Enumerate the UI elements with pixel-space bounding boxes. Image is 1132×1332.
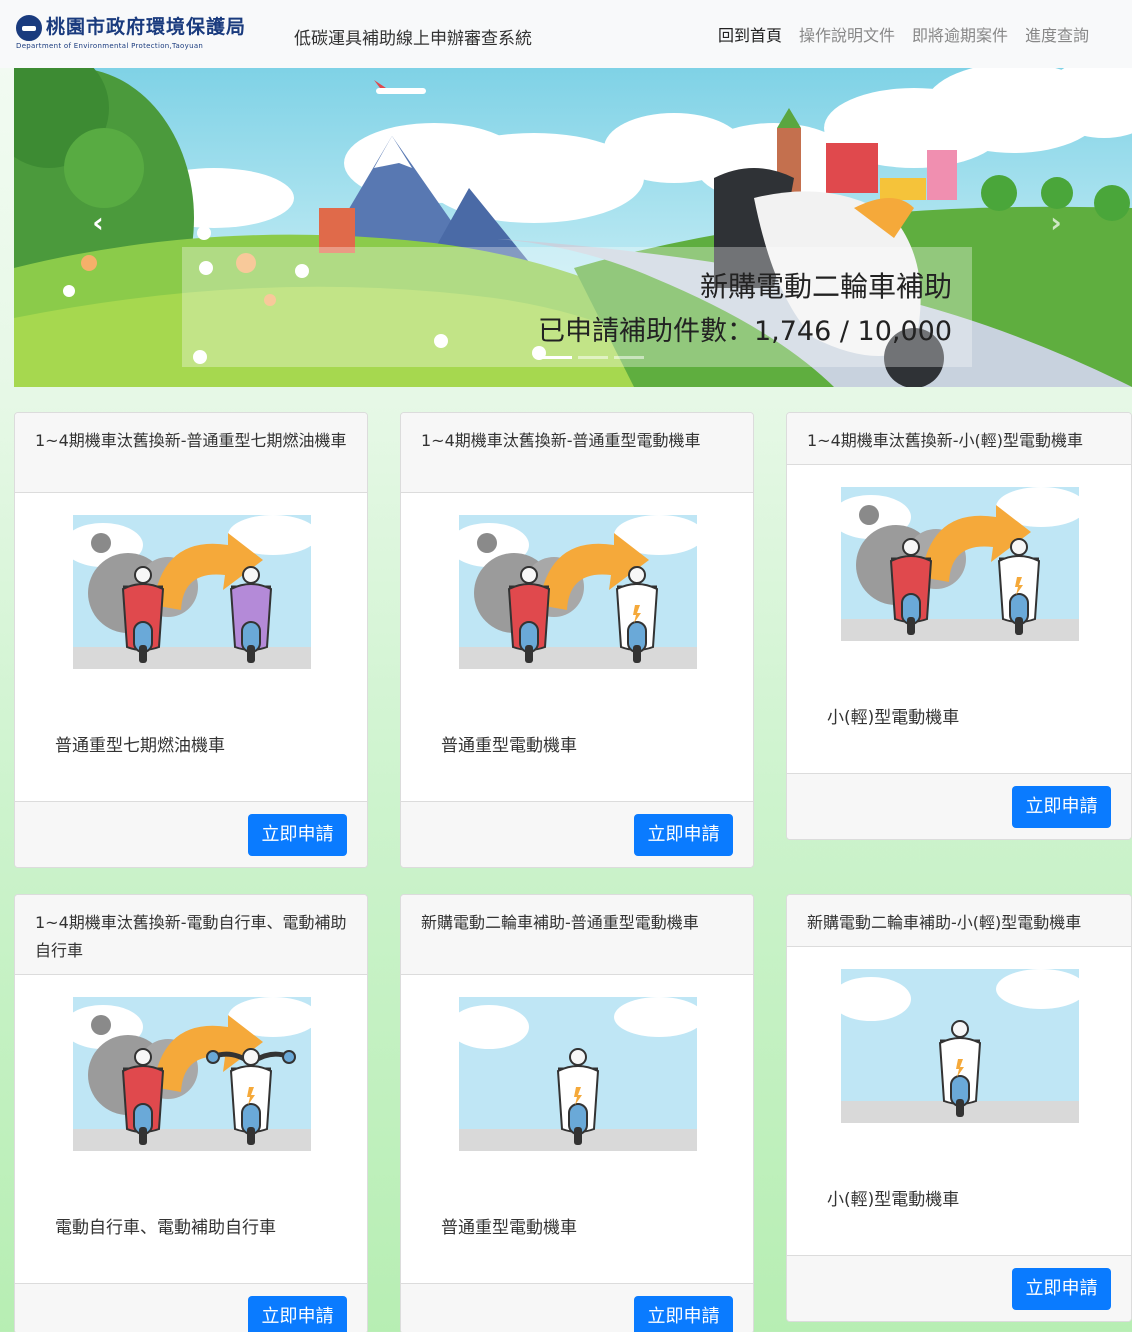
apply-now-button[interactable]: 立即申請 — [634, 1296, 733, 1332]
card-footer: 立即申請 — [401, 801, 753, 867]
card-title: 1~4期機車汰舊換新-普通重型七期燃油機車 — [15, 413, 367, 493]
subsidy-card: 1~4期機車汰舊換新-電動自行車、電動補助自行車 電動自行車、電動補助自行車立即… — [14, 894, 368, 1332]
scooter-illustration — [63, 515, 318, 669]
carousel-caption-title: 新購電動二輪車補助 — [699, 270, 952, 303]
nav-manual-link[interactable]: 操作說明文件 — [799, 22, 895, 46]
scooter-illustration — [831, 487, 1086, 641]
subsidy-card: 1~4期機車汰舊換新-普通重型七期燃油機車 普通重型七期燃油機車立即申請 — [14, 412, 368, 868]
card-title: 1~4期機車汰舊換新-電動自行車、電動補助自行車 — [15, 895, 367, 975]
top-navbar: 桃園市政府環境保護局 Department of Environmental P… — [0, 0, 1132, 68]
card-footer: 立即申請 — [787, 1255, 1131, 1321]
carousel-caption-application-count: 已申請補助件數：1,746 / 10,000 — [537, 316, 952, 347]
apply-now-button[interactable]: 立即申請 — [248, 1296, 347, 1332]
apply-now-button[interactable]: 立即申請 — [1012, 1268, 1111, 1310]
apply-now-button[interactable]: 立即申請 — [634, 814, 733, 856]
card-vehicle-type: 普通重型七期燃油機車 — [55, 736, 225, 756]
card-vehicle-type: 小(輕)型電動機車 — [827, 708, 960, 728]
card-vehicle-type: 電動自行車、電動補助自行車 — [55, 1218, 276, 1238]
card-title: 新購電動二輪車補助-普通重型電動機車 — [401, 895, 753, 975]
carousel-indicator[interactable] — [542, 356, 572, 359]
nav-expiring-cases-link[interactable]: 即將逾期案件 — [912, 22, 1008, 46]
subsidy-card: 1~4期機車汰舊換新-小(輕)型電動機車 小(輕)型電動機車立即申請 — [786, 412, 1132, 840]
apply-now-button[interactable]: 立即申請 — [1012, 786, 1111, 828]
carousel-indicator[interactable] — [614, 356, 644, 359]
card-vehicle-type: 小(輕)型電動機車 — [827, 1190, 960, 1210]
brand-name-en: Department of Environmental Protection,T… — [16, 42, 204, 50]
brand-logo[interactable]: 桃園市政府環境保護局 Department of Environmental P… — [16, 12, 278, 56]
subsidy-card: 新購電動二輪車補助-普通重型電動機車 普通重型電動機車立即申請 — [400, 894, 754, 1332]
scooter-illustration — [449, 515, 704, 669]
subsidy-card: 新購電動二輪車補助-小(輕)型電動機車 小(輕)型電動機車立即申請 — [786, 894, 1132, 1322]
card-footer: 立即申請 — [15, 801, 367, 867]
carousel-indicators — [542, 356, 644, 359]
site-title: 低碳運具補助線上申辦審查系統 — [294, 29, 532, 49]
nav-links: 回到首頁 操作說明文件 即將逾期案件 進度查詢 — [718, 22, 1089, 46]
carousel-indicator[interactable] — [578, 356, 608, 359]
scooter-illustration — [63, 997, 318, 1151]
chevron-right-icon[interactable]: › — [1044, 208, 1068, 238]
subsidy-card: 1~4期機車汰舊換新-普通重型電動機車 普通重型電動機車立即申請 — [400, 412, 754, 868]
card-vehicle-type: 普通重型電動機車 — [441, 1218, 577, 1238]
card-footer: 立即申請 — [401, 1283, 753, 1332]
carousel-caption: 新購電動二輪車補助 已申請補助件數：1,746 / 10,000 — [182, 247, 972, 367]
card-vehicle-type: 普通重型電動機車 — [441, 736, 577, 756]
scooter-illustration — [449, 997, 704, 1151]
epb-emblem-icon — [16, 15, 42, 41]
nav-home-link[interactable]: 回到首頁 — [718, 22, 782, 46]
card-title: 新購電動二輪車補助-小(輕)型電動機車 — [787, 895, 1131, 947]
card-footer: 立即申請 — [15, 1283, 367, 1332]
card-title: 1~4期機車汰舊換新-普通重型電動機車 — [401, 413, 753, 493]
hero-carousel: 新購電動二輪車補助 已申請補助件數：1,746 / 10,000 ‹ › — [14, 68, 1132, 387]
scooter-illustration — [831, 969, 1086, 1123]
nav-progress-query-link[interactable]: 進度查詢 — [1025, 22, 1089, 46]
brand-name: 桃園市政府環境保護局 — [46, 16, 247, 38]
card-title: 1~4期機車汰舊換新-小(輕)型電動機車 — [787, 413, 1131, 465]
card-footer: 立即申請 — [787, 773, 1131, 839]
chevron-left-icon[interactable]: ‹ — [86, 208, 110, 238]
apply-now-button[interactable]: 立即申請 — [248, 814, 347, 856]
